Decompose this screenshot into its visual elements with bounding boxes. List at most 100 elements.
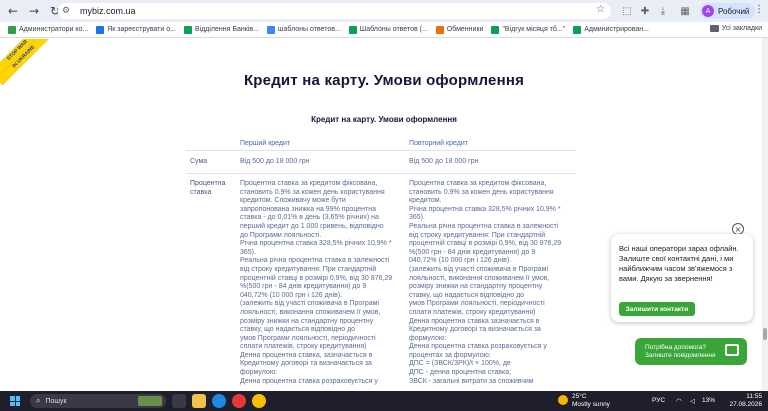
bookmark-item[interactable]: шаблоны ответов...: [266, 25, 341, 34]
bookmark-item[interactable]: Администратори ко...: [8, 25, 89, 34]
bookmark-star-icon[interactable]: ☆: [596, 4, 605, 15]
profile-chip[interactable]: A Робочий: [700, 3, 756, 19]
scrollbar-thumb[interactable]: [763, 328, 767, 340]
rate-text-line: процентній ставці в розмірі 0,9%, від 30…: [409, 240, 562, 248]
bookmark-item[interactable]: Администрирован...: [573, 25, 649, 34]
rate-text-line: лояльності, виконання споживачем її умов…: [409, 274, 550, 282]
rate-text-line: ставку, що надається відповідно до: [240, 326, 356, 334]
rate-text-line: ставка - до 0,01% в день (3,65% річних) …: [240, 214, 379, 222]
rate-text-line: Реальна річна процентна ставка в залежно…: [240, 257, 390, 265]
bookmark-label: Відділення Банків...: [194, 26, 259, 33]
all-bookmarks-button[interactable]: Усі закладки: [709, 25, 762, 32]
table-divider: [186, 173, 576, 174]
address-bar[interactable]: ⚙ mybiz.com.ua ☆: [58, 3, 611, 19]
row-label-rate: Процентна ставка: [190, 180, 225, 197]
chat-offline-popup: Всі наші оператори зараз офлайн. Залиште…: [611, 234, 753, 322]
rate-text-line: лояльності, виконання споживачем її умов…: [240, 308, 381, 316]
rate-text-line: Денна процентна ставка зазначається в: [409, 317, 540, 325]
weather-widget[interactable]: 25°C Mostly sunny: [558, 393, 610, 409]
rate-text-line: процентах за формулою:: [409, 351, 491, 359]
sum-first: Від 500 до 18 000 грн: [240, 158, 310, 165]
rate-text-line: 040,72% (10 000 грн і 126 днів).: [409, 257, 512, 265]
bookmark-label: "Відгук місяця тб...": [502, 26, 566, 33]
rate-first-text: Процентна ставка за кредитом фіксована, с…: [240, 180, 402, 386]
task-view-icon[interactable]: [172, 394, 186, 408]
bookmark-favicon-icon: [266, 25, 275, 34]
rate-text-line: становить 0.9% за кожен день користуванн…: [240, 188, 385, 196]
rate-text-line: Денна процентна ставка розраховується у: [409, 343, 547, 351]
site-info-icon[interactable]: ⚙: [62, 6, 76, 16]
rate-text-line: формулою:: [409, 334, 447, 342]
bookmarks-bar: Администратори ко... Як зареєструвати о..…: [0, 22, 768, 38]
bookmark-item[interactable]: Шаблоны ответов (...: [348, 25, 428, 34]
rate-text-line: %(500 грн - 84 днів кредитування) до 9: [240, 283, 367, 291]
extension-icon[interactable]: ⬚: [620, 4, 634, 18]
all-bookmarks-label: Усі закладки: [721, 25, 762, 32]
rate-text-line: (залежить від участі споживача в Програм…: [240, 300, 380, 308]
rate-text-line: Реальна річна процентна ставка в залежно…: [409, 222, 559, 230]
rate-text-line: 365).: [409, 214, 425, 222]
rate-text-line: до Програми лояльності.: [240, 231, 322, 239]
extensions-puzzle-icon[interactable]: ✚: [638, 4, 652, 18]
rate-text-line: умов Програми лояльності, періодичності: [240, 334, 376, 342]
rate-text-line: перший кредит до 1 000 гривень, відповід…: [240, 222, 384, 230]
forward-icon[interactable]: →: [26, 3, 42, 19]
chat-icon: [725, 344, 739, 356]
rate-text-line: Кредитному договорі та визначається за: [409, 326, 541, 334]
back-icon[interactable]: ←: [5, 3, 21, 19]
rate-text-line: від строку кредитування: При стандартній: [240, 265, 377, 273]
search-icon: ⌕: [36, 396, 41, 405]
rate-text-line: Процентна ставка за кредитом фіксована,: [240, 180, 378, 187]
bookmark-label: Администрирован...: [584, 26, 649, 33]
rate-text-line: ЗВСК - загальні витрати за споживчим: [409, 377, 534, 385]
volume-icon[interactable]: ◁: [690, 397, 695, 405]
bookmark-item[interactable]: Відділення Банків...: [183, 25, 259, 34]
search-highlight-image: [138, 396, 162, 406]
bookmark-favicon-icon: [8, 25, 16, 34]
page-scrollbar[interactable]: [762, 38, 768, 390]
taskbar-search[interactable]: ⌕ Пошук: [30, 394, 166, 408]
windows-start-icon[interactable]: [10, 396, 20, 406]
table-divider: [186, 150, 576, 151]
download-icon[interactable]: ⤓: [656, 4, 670, 18]
bookmark-favicon-icon: [348, 25, 357, 34]
rate-text-line: розміру знижки на стандартну процентну: [240, 317, 374, 325]
rate-text-line: Кредитному договорі та визначається за: [240, 360, 372, 368]
rate-text-line: Річна процентна ставка 328,5% річних 10,…: [240, 240, 392, 248]
column-header-repeat: Повторний кредит: [409, 140, 468, 147]
bookmark-label: Як зареєструвати о...: [107, 26, 176, 33]
battery-level[interactable]: 13%: [702, 397, 715, 404]
bookmark-item[interactable]: "Відгук місяця тб...": [491, 25, 566, 34]
clock[interactable]: 11:55 27.08.2026: [724, 393, 762, 409]
chat-launcher-button[interactable]: Потрібна допомога? Залиште повідомлення: [635, 338, 747, 365]
more-menu-icon[interactable]: ⋮: [754, 4, 764, 15]
bookmark-item[interactable]: Як зареєструвати о...: [96, 25, 176, 34]
clock-time: 11:55: [746, 393, 762, 400]
row-label-rate-line2: ставка: [190, 188, 212, 196]
row-label-sum: Сума: [190, 158, 208, 165]
browser-toolbar: ← → ↻ ⚙ mybiz.com.ua ☆ ⬚ ✚ ⤓ ▦ A Робочий…: [0, 0, 768, 22]
row-label-rate-line1: Процентна: [190, 180, 226, 187]
edge-icon[interactable]: [212, 394, 226, 408]
grid-icon[interactable]: ▦: [678, 4, 692, 18]
bookmark-favicon-icon: [491, 25, 500, 34]
bookmark-item[interactable]: Обменники: [435, 25, 483, 34]
chrome-icon[interactable]: [252, 394, 266, 408]
taskbar-search-placeholder: Пошук: [45, 397, 67, 405]
opera-icon[interactable]: [232, 394, 246, 408]
url-text: mybiz.com.ua: [80, 6, 136, 16]
bookmark-label: шаблоны ответов...: [277, 26, 341, 33]
bookmark-label: Администратори ко...: [19, 26, 89, 33]
file-explorer-icon[interactable]: [192, 394, 206, 408]
chat-offline-message: Всі наші оператори зараз офлайн. Залиште…: [619, 244, 739, 283]
rate-text-line: сплати платежів, строку кредитування): [240, 343, 367, 351]
wifi-icon[interactable]: ◠: [676, 397, 682, 405]
profile-name: Робочий: [718, 6, 750, 16]
page-title: Кредит на карту. Умови оформлення: [243, 72, 525, 89]
folder-icon: [709, 25, 719, 32]
table-title: Кредит на карту. Умови оформлення: [311, 115, 457, 124]
leave-contacts-button[interactable]: Залишити контакти: [619, 302, 695, 316]
rate-text-line: кредитом. Споживачу може бути: [240, 197, 346, 205]
rate-text-line: ДПС = (ЗВСК/ЗРК)/t × 100%, де: [409, 360, 511, 368]
keyboard-language[interactable]: РУС: [652, 397, 665, 404]
